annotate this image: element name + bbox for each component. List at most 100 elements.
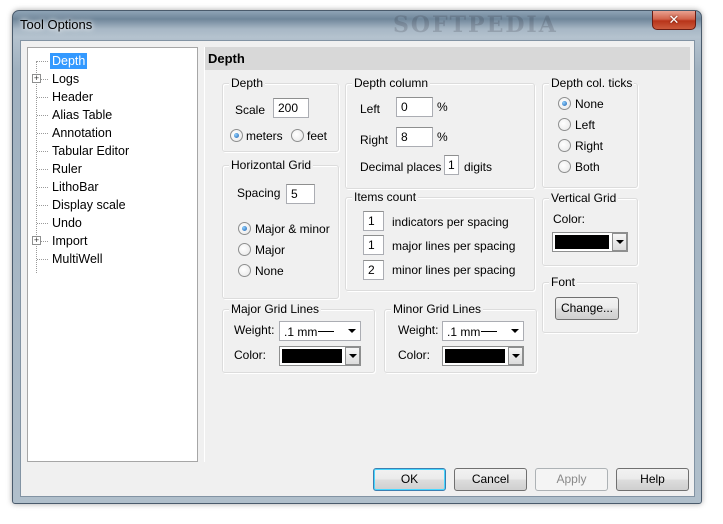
tree-item-label: Logs — [52, 72, 80, 86]
feet-radio[interactable] — [291, 129, 304, 142]
line-sample-icon — [318, 331, 334, 332]
left-input[interactable]: 0 — [396, 97, 433, 117]
minor-grid-lines-group: Minor Grid Lines Weight: .1 mm Color: — [384, 302, 537, 373]
group-title: Depth col. ticks — [549, 76, 635, 90]
major-color-select[interactable] — [279, 346, 361, 366]
ticks-left-radio[interactable] — [558, 118, 571, 131]
scale-input[interactable]: 200 — [273, 98, 309, 118]
minor-weight-value: .1 mm — [447, 325, 481, 339]
meters-radio[interactable] — [230, 129, 243, 142]
tree-item-tabular-editor[interactable]: Tabular Editor — [28, 142, 196, 160]
expand-icon[interactable]: + — [32, 236, 41, 245]
tree-item-label: Header — [52, 90, 93, 104]
major-lines-input[interactable]: 1 — [363, 235, 384, 255]
apply-button[interactable]: Apply — [535, 468, 608, 491]
depth-column-group: Depth column Left 0 % Right 8 % Decimal … — [345, 76, 535, 189]
major-minor-label: Major & minor — [255, 222, 330, 236]
scale-label: Scale — [235, 103, 266, 117]
tree-item-label: Depth — [50, 53, 88, 69]
minor-lines-label: minor lines per spacing — [392, 263, 516, 277]
tree-connector — [37, 61, 48, 62]
tree-item-label: Display scale — [52, 198, 126, 212]
expand-icon[interactable]: + — [32, 74, 41, 83]
tree-connector — [37, 151, 48, 152]
major-label: Major — [255, 243, 286, 257]
title-bar[interactable]: Tool Options SOFTPEDIA ✕ — [13, 11, 701, 38]
horizontal-grid-group: Horizontal Grid Spacing 5 Major & minor … — [222, 158, 339, 299]
tree-item-ruler[interactable]: Ruler — [28, 160, 196, 178]
tree-item-label: Annotation — [52, 126, 112, 140]
ticks-none-label: None — [575, 97, 604, 111]
ticks-left-label: Left — [575, 118, 596, 132]
decimal-places-input[interactable]: 1 — [444, 155, 459, 175]
minor-color-label: Color: — [398, 348, 431, 362]
ticks-right-label: Right — [575, 139, 604, 153]
major-minor-radio[interactable] — [238, 222, 251, 235]
color-swatch — [282, 349, 342, 363]
close-button[interactable]: ✕ — [652, 11, 696, 30]
indicators-label: indicators per spacing — [392, 215, 509, 229]
tree-item-header[interactable]: Header — [28, 88, 196, 106]
minor-color-select[interactable] — [442, 346, 524, 366]
chevron-down-icon[interactable] — [345, 347, 360, 365]
tree-item-import[interactable]: + Import — [28, 232, 196, 250]
spacing-label: Spacing — [237, 186, 281, 200]
left-unit: % — [437, 100, 448, 114]
major-radio[interactable] — [238, 243, 251, 256]
close-icon: ✕ — [668, 12, 680, 27]
tree-item-label: Import — [52, 234, 88, 248]
softpedia-watermark: SOFTPEDIA — [393, 12, 558, 38]
minor-lines-input[interactable]: 2 — [363, 260, 384, 280]
tree-connector — [37, 187, 48, 188]
tree-connector — [37, 259, 48, 260]
cancel-button[interactable]: Cancel — [454, 468, 527, 491]
tree-item-label: Ruler — [52, 162, 82, 176]
tree-item-depth[interactable]: Depth — [28, 52, 196, 70]
tree-item-annotation[interactable]: Annotation — [28, 124, 196, 142]
tree-item-multiwell[interactable]: MultiWell — [28, 250, 196, 268]
grid-none-radio[interactable] — [238, 264, 251, 277]
depth-col-ticks-group: Depth col. ticks None Left Right Both — [542, 76, 638, 188]
right-label: Right — [360, 133, 389, 147]
major-weight-select[interactable]: .1 mm — [279, 321, 361, 341]
tree-connector — [37, 169, 48, 170]
chevron-down-icon[interactable] — [507, 323, 522, 339]
group-title: Depth column — [352, 76, 431, 90]
tree-item-alias-table[interactable]: Alias Table — [28, 106, 196, 124]
group-title: Minor Grid Lines — [391, 302, 484, 316]
left-label: Left — [360, 102, 381, 116]
chevron-down-icon[interactable] — [344, 323, 359, 339]
tree-connector — [37, 97, 48, 98]
major-color-label: Color: — [234, 348, 267, 362]
ok-button[interactable]: OK — [373, 468, 446, 491]
ticks-right-radio[interactable] — [558, 139, 571, 152]
help-button[interactable]: Help — [616, 468, 689, 491]
change-font-button[interactable]: Change... — [555, 297, 619, 320]
chevron-down-icon[interactable] — [612, 233, 627, 251]
depth-group: Depth Scale 200 meters feet — [222, 76, 339, 152]
group-title: Horizontal Grid — [229, 158, 314, 172]
options-tree[interactable]: Depth + Logs Header Alias Table Annotati… — [27, 47, 198, 462]
group-title: Vertical Grid — [549, 191, 619, 205]
decimal-places-label: Decimal places — [360, 160, 442, 174]
chevron-down-icon[interactable] — [508, 347, 523, 365]
tree-item-label: Undo — [52, 216, 82, 230]
tree-item-display-scale[interactable]: Display scale — [28, 196, 196, 214]
vertical-color-label: Color: — [553, 212, 586, 226]
panel-title: Depth — [205, 47, 690, 70]
minor-weight-label: Weight: — [398, 323, 439, 337]
tree-item-lithobar[interactable]: LithoBar — [28, 178, 196, 196]
tree-item-undo[interactable]: Undo — [28, 214, 196, 232]
spacing-input[interactable]: 5 — [286, 184, 315, 204]
grid-none-label: None — [255, 264, 284, 278]
tool-options-window: Tool Options SOFTPEDIA ✕ Depth + Logs He… — [12, 10, 702, 504]
vertical-color-select[interactable] — [552, 232, 628, 252]
ticks-both-radio[interactable] — [558, 160, 571, 173]
indicators-input[interactable]: 1 — [363, 211, 384, 231]
right-input[interactable]: 8 — [396, 127, 433, 147]
ticks-none-radio[interactable] — [558, 97, 571, 110]
tree-item-logs[interactable]: + Logs — [28, 70, 196, 88]
minor-weight-select[interactable]: .1 mm — [442, 321, 524, 341]
window-title: Tool Options — [20, 17, 93, 32]
tree-connector — [37, 205, 48, 206]
